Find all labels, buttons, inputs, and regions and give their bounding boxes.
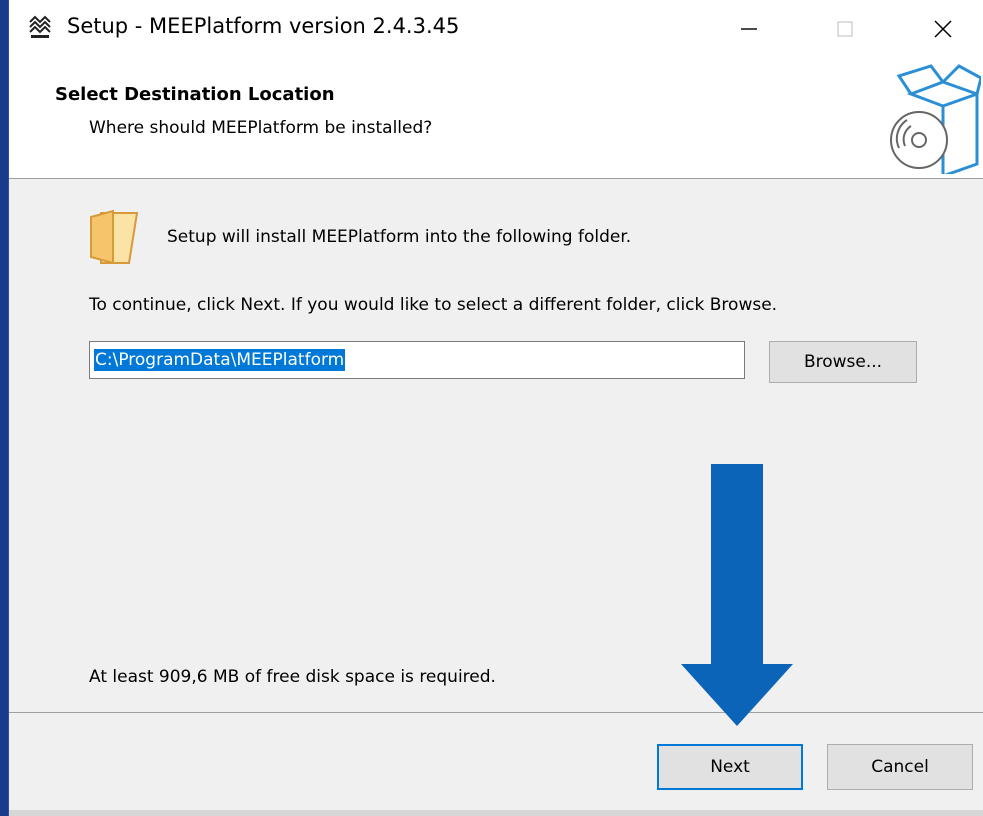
cancel-button[interactable]: Cancel [827,744,973,790]
minimize-icon [741,28,757,30]
maximize-icon [837,21,853,37]
bottom-edge [9,810,983,816]
folder-icon [90,209,139,265]
browse-button[interactable]: Browse... [769,341,917,383]
footer-divider [9,712,983,713]
mee-logo-icon [29,15,51,38]
close-button[interactable] [915,0,971,58]
minimize-button[interactable] [721,0,777,58]
destination-path-input[interactable]: C:\ProgramData\MEEPlatform [89,341,745,379]
window-title: Setup - MEEPlatform version 2.4.3.45 [67,14,460,38]
disk-space-text: At least 909,6 MB of free disk space is … [89,667,496,687]
install-folder-text: Setup will install MEEPlatform into the … [167,227,632,247]
destination-path-value: C:\ProgramData\MEEPlatform [94,349,346,371]
wizard-header: Select Destination Location Where should… [9,58,983,179]
install-box-disc-icon [890,64,981,174]
page-subtitle: Where should MEEPlatform be installed? [89,118,433,138]
down-arrow-icon [681,464,793,726]
continue-instructions: To continue, click Next. If you would li… [89,295,778,315]
close-icon [934,20,952,38]
title-bar[interactable]: Setup - MEEPlatform version 2.4.3.45 [9,0,983,58]
wizard-content: Setup will install MEEPlatform into the … [9,179,983,689]
maximize-button[interactable] [817,0,873,58]
page-title: Select Destination Location [55,84,335,105]
setup-window: Setup - MEEPlatform version 2.4.3.45 Sel… [8,0,983,816]
next-button[interactable]: Next [657,744,803,790]
